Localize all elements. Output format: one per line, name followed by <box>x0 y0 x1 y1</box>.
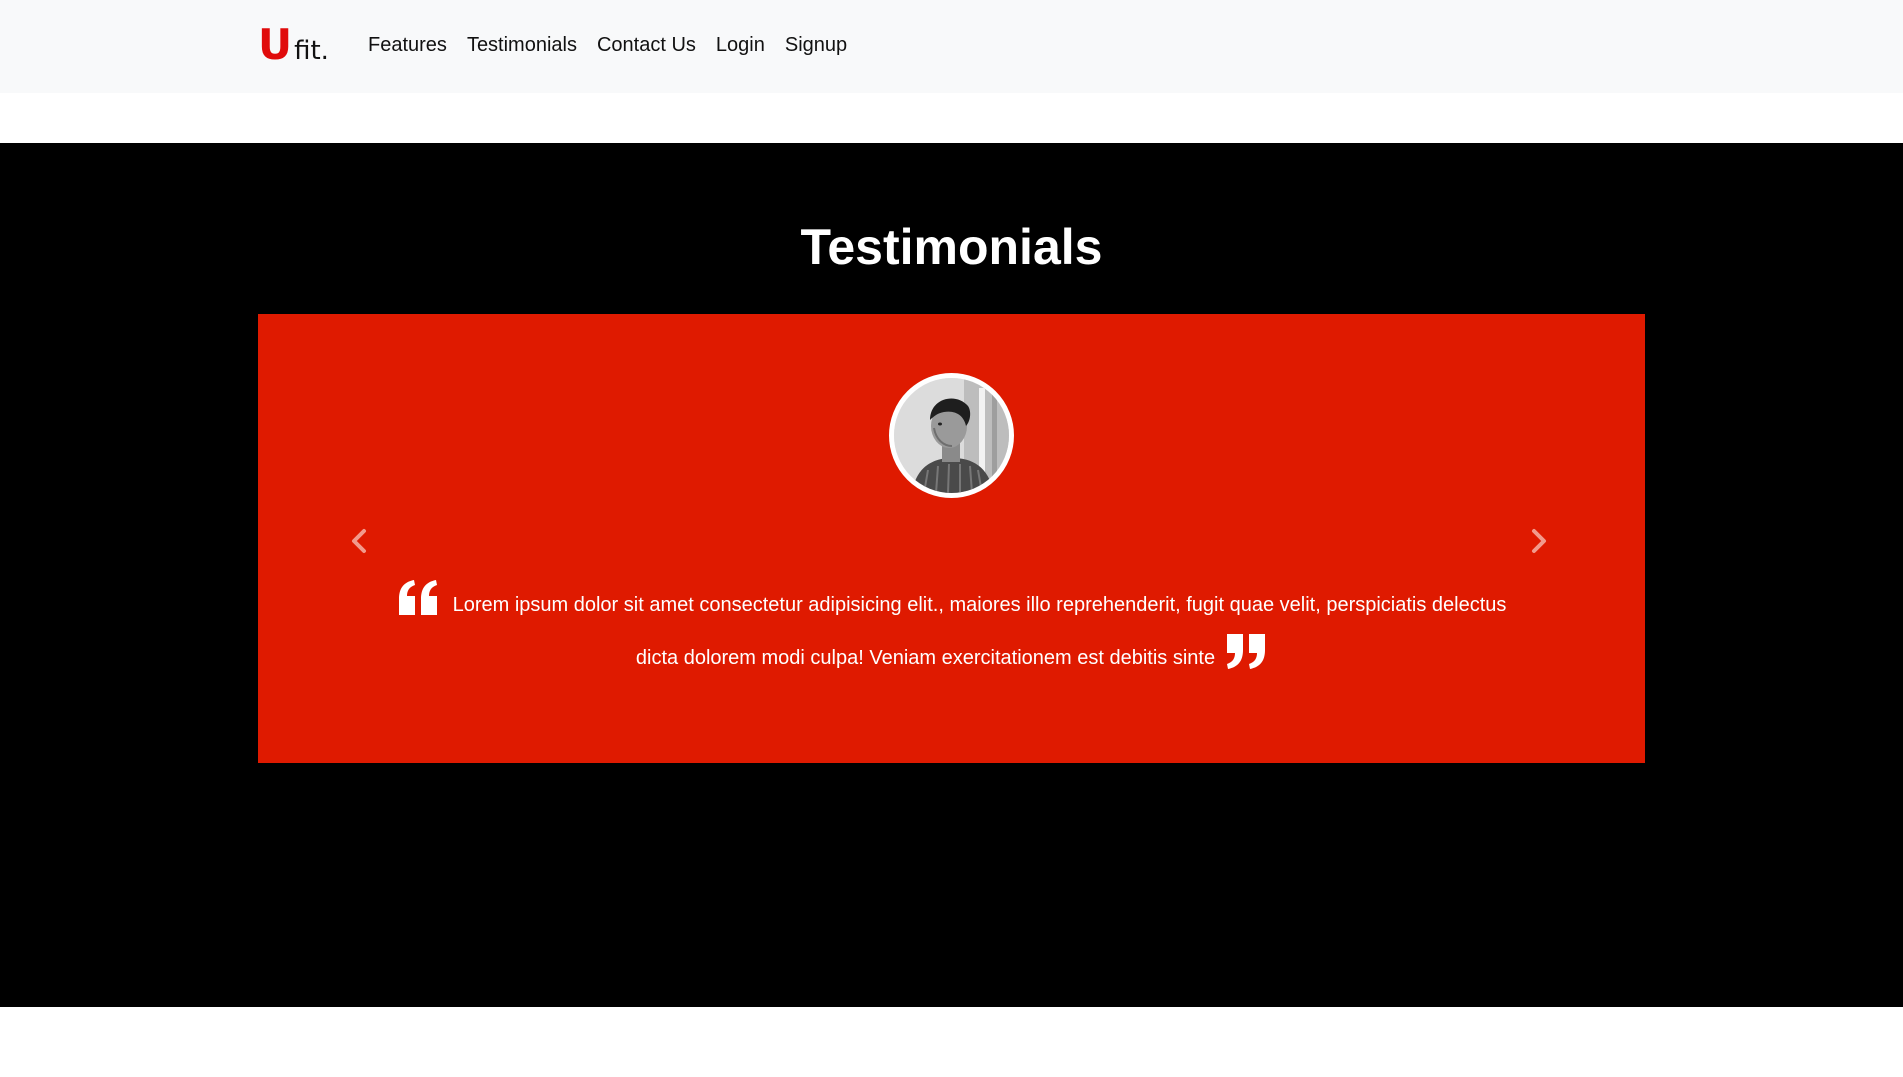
testimonials-section: Testimonials Lorem ipsum dolor sit amet … <box>0 143 1903 1007</box>
nav-links: Features Testimonials Contact Us Login S… <box>358 30 857 61</box>
quote-left-icon <box>397 579 441 632</box>
nav-link-testimonials[interactable]: Testimonials <box>457 30 587 61</box>
quote-text: Lorem ipsum dolor sit amet consectetur a… <box>452 593 1507 669</box>
testimonial-carousel: Lorem ipsum dolor sit amet consectetur a… <box>258 314 1645 763</box>
chevron-right-icon <box>1532 529 1546 553</box>
nav-link-contact-us[interactable]: Contact Us <box>587 30 706 61</box>
quote-right-icon <box>1223 632 1267 685</box>
brand-letter: U <box>258 20 293 69</box>
nav-link-login[interactable]: Login <box>706 30 775 61</box>
nav-link-signup[interactable]: Signup <box>775 30 857 61</box>
section-title: Testimonials <box>800 219 1103 275</box>
brand-name: fit. <box>294 36 329 66</box>
navbar: U fit. Features Testimonials Contact Us … <box>0 0 1903 93</box>
chevron-left-icon <box>352 529 366 553</box>
testimonial-quote: Lorem ipsum dolor sit amet consectetur a… <box>388 579 1515 685</box>
testimonial-avatar <box>889 373 1014 498</box>
carousel-next-button[interactable] <box>1524 526 1554 556</box>
nav-link-features[interactable]: Features <box>358 30 457 61</box>
brand-logo[interactable]: U fit. <box>258 24 329 74</box>
carousel-prev-button[interactable] <box>344 526 374 556</box>
